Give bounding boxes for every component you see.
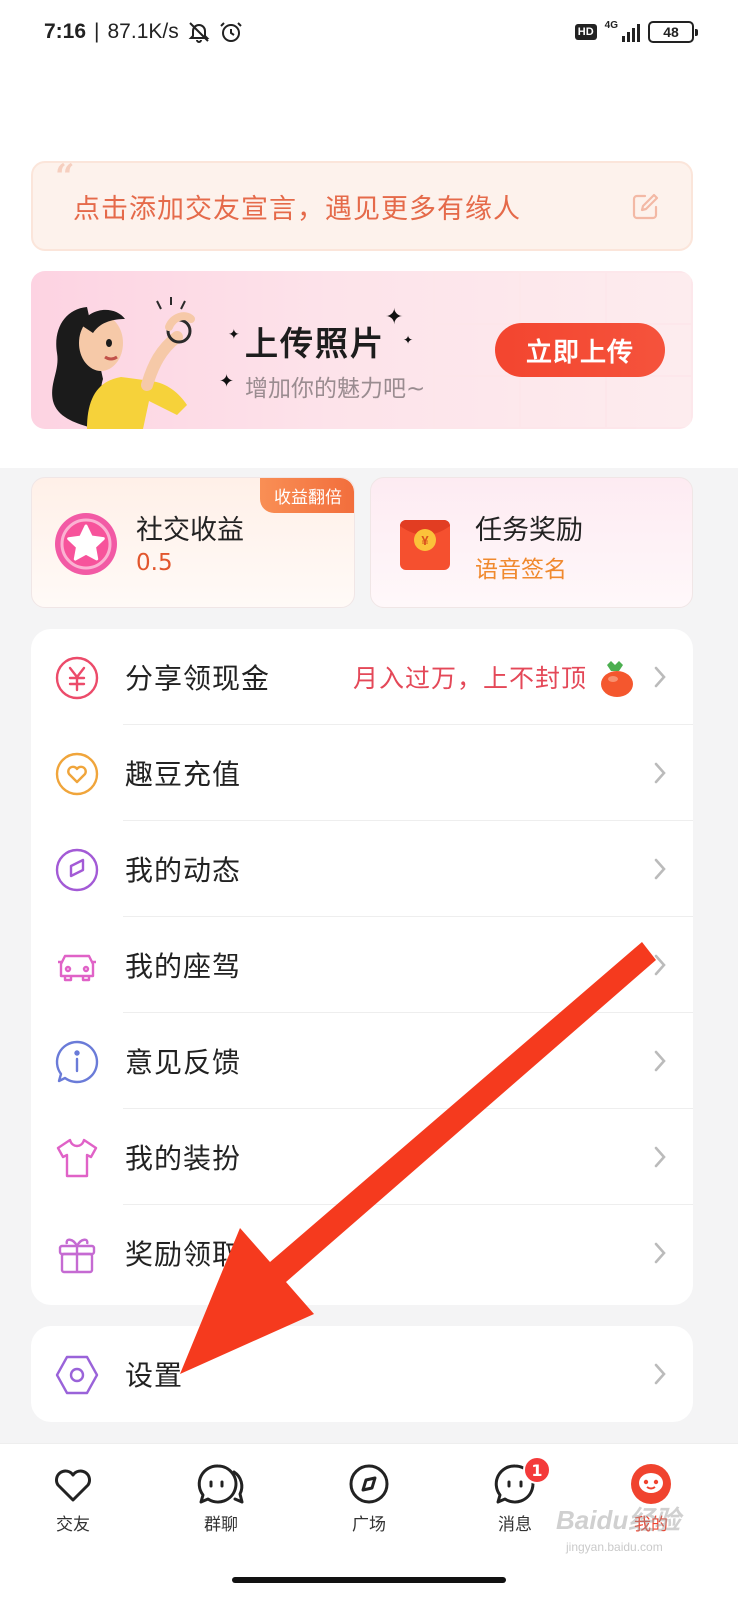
menu-item-label: 分享领现金 (125, 662, 271, 695)
sparkle-icon: ✦ (385, 305, 404, 330)
hd-badge: HD (574, 24, 597, 40)
chevron-right-icon (654, 1146, 666, 1168)
menu-item-label: 趣豆充值 (125, 758, 242, 791)
menu-list: 分享领现金 月入过万，上不封顶 趣豆充值 我的动态 我的座驾 意见反馈 我的装扮… (31, 629, 693, 1305)
status-bar: 7:16 | 87.1K/s HD 4G 48 (0, 0, 738, 64)
menu-item-settings[interactable]: 设置 (31, 1326, 693, 1422)
tshirt-icon (56, 1138, 98, 1178)
status-time: 7:16 (44, 20, 87, 43)
upload-now-button[interactable]: 立即上传 (495, 323, 665, 377)
menu-item-share-cash[interactable]: 分享领现金 月入过万，上不封顶 (31, 629, 693, 725)
hexagon-gear-icon (55, 1355, 99, 1395)
girl-illustration (52, 297, 195, 429)
double-income-badge: 收益翻倍 (260, 478, 354, 513)
nav-label: 广场 (352, 1515, 386, 1535)
upload-subtitle: 增加你的魅力吧~ (245, 376, 426, 402)
money-bag-icon (601, 661, 633, 697)
settings-label: 设置 (125, 1359, 184, 1392)
menu-item-feedback[interactable]: 意见反馈 (31, 1013, 693, 1109)
star-coin-icon (55, 513, 117, 575)
car-icon (58, 954, 96, 982)
status-speed: 87.1K/s (107, 20, 179, 43)
menu-item-label: 奖励领取 (125, 1238, 242, 1271)
nav-label: 群聊 (204, 1515, 238, 1535)
menu-item-reward-claim[interactable]: 奖励领取 (31, 1205, 693, 1301)
status-separator: | (94, 20, 100, 43)
promo-text: 月入过万，上不封顶 (352, 664, 587, 693)
yuan-circle-icon (55, 656, 99, 700)
motto-text: 点击添加交友宣言，遇见更多有缘人 (73, 193, 521, 225)
signal-icon (622, 22, 640, 42)
chevron-right-icon (654, 858, 666, 880)
menu-item-my-outfit[interactable]: 我的装扮 (31, 1109, 693, 1205)
quote-icon: “ (55, 157, 75, 197)
edit-icon[interactable] (629, 191, 661, 223)
svg-text:¥: ¥ (421, 533, 429, 548)
bell-muted-icon (188, 22, 210, 43)
group-chat-icon (197, 1464, 244, 1504)
status-left: 7:16 | 87.1K/s (44, 20, 243, 44)
sparkle-icon: ✦ (219, 371, 235, 392)
menu-item-label: 我的装扮 (125, 1142, 242, 1175)
network-type: 4G (604, 19, 618, 31)
battery-icon: 48 (648, 21, 698, 43)
home-indicator (232, 1577, 506, 1583)
task-reward-card[interactable]: ¥ 任务奖励 语音签名 (370, 477, 693, 608)
chevron-right-icon (654, 762, 666, 784)
status-right: HD 4G 48 (574, 19, 698, 43)
menu-item-label: 我的座驾 (125, 950, 242, 983)
settings-card: 设置 (31, 1326, 693, 1422)
nav-tab-plaza[interactable]: 广场 (309, 1454, 429, 1554)
task-reward-title: 任务奖励 (475, 515, 583, 546)
gift-box-icon (58, 1238, 96, 1274)
compass-leaf-icon (55, 848, 99, 892)
message-count-badge: 1 (523, 1456, 551, 1484)
menu-item-my-posts[interactable]: 我的动态 (31, 821, 693, 917)
chevron-right-icon (654, 666, 666, 688)
watermark-url: jingyan.baidu.com (566, 1540, 663, 1554)
upload-title: 上传照片 (245, 324, 385, 363)
social-income-card[interactable]: 收益翻倍 社交收益 0.5 (31, 477, 355, 608)
chevron-right-icon (654, 1050, 666, 1072)
social-income-title: 社交收益 (136, 515, 244, 546)
motto-card[interactable]: “ 点击添加交友宣言，遇见更多有缘人 (31, 157, 693, 251)
red-envelope-icon: ¥ (400, 520, 450, 570)
task-reward-value: 语音签名 (475, 557, 567, 583)
compass-icon (349, 1464, 389, 1504)
heart-circle-icon (55, 752, 99, 796)
watermark-logo: Baidu经验 (556, 1505, 681, 1535)
chevron-right-icon (654, 1242, 666, 1264)
chevron-right-icon (654, 1363, 666, 1385)
menu-item-my-vehicle[interactable]: 我的座驾 (31, 917, 693, 1013)
nav-tab-group-chat[interactable]: 群聊 (161, 1454, 281, 1554)
menu-item-recharge[interactable]: 趣豆充值 (31, 725, 693, 821)
info-bubble-icon (55, 1040, 99, 1084)
nav-label: 交友 (56, 1515, 90, 1535)
upload-photo-banner[interactable]: ✦ ✦ ✦ ✦ 上传照片 增加你的魅力吧~ 立即上传 (31, 271, 693, 429)
menu-item-label: 意见反馈 (125, 1046, 242, 1079)
sparkle-icon: ✦ (228, 327, 240, 343)
heart-icon (55, 1469, 91, 1502)
chevron-right-icon (654, 954, 666, 976)
nav-tab-friends[interactable]: 交友 (13, 1454, 133, 1554)
alarm-icon (220, 22, 242, 42)
social-income-value: 0.5 (136, 550, 173, 576)
menu-item-label: 我的动态 (125, 854, 242, 887)
sparkle-icon: ✦ (403, 333, 414, 347)
